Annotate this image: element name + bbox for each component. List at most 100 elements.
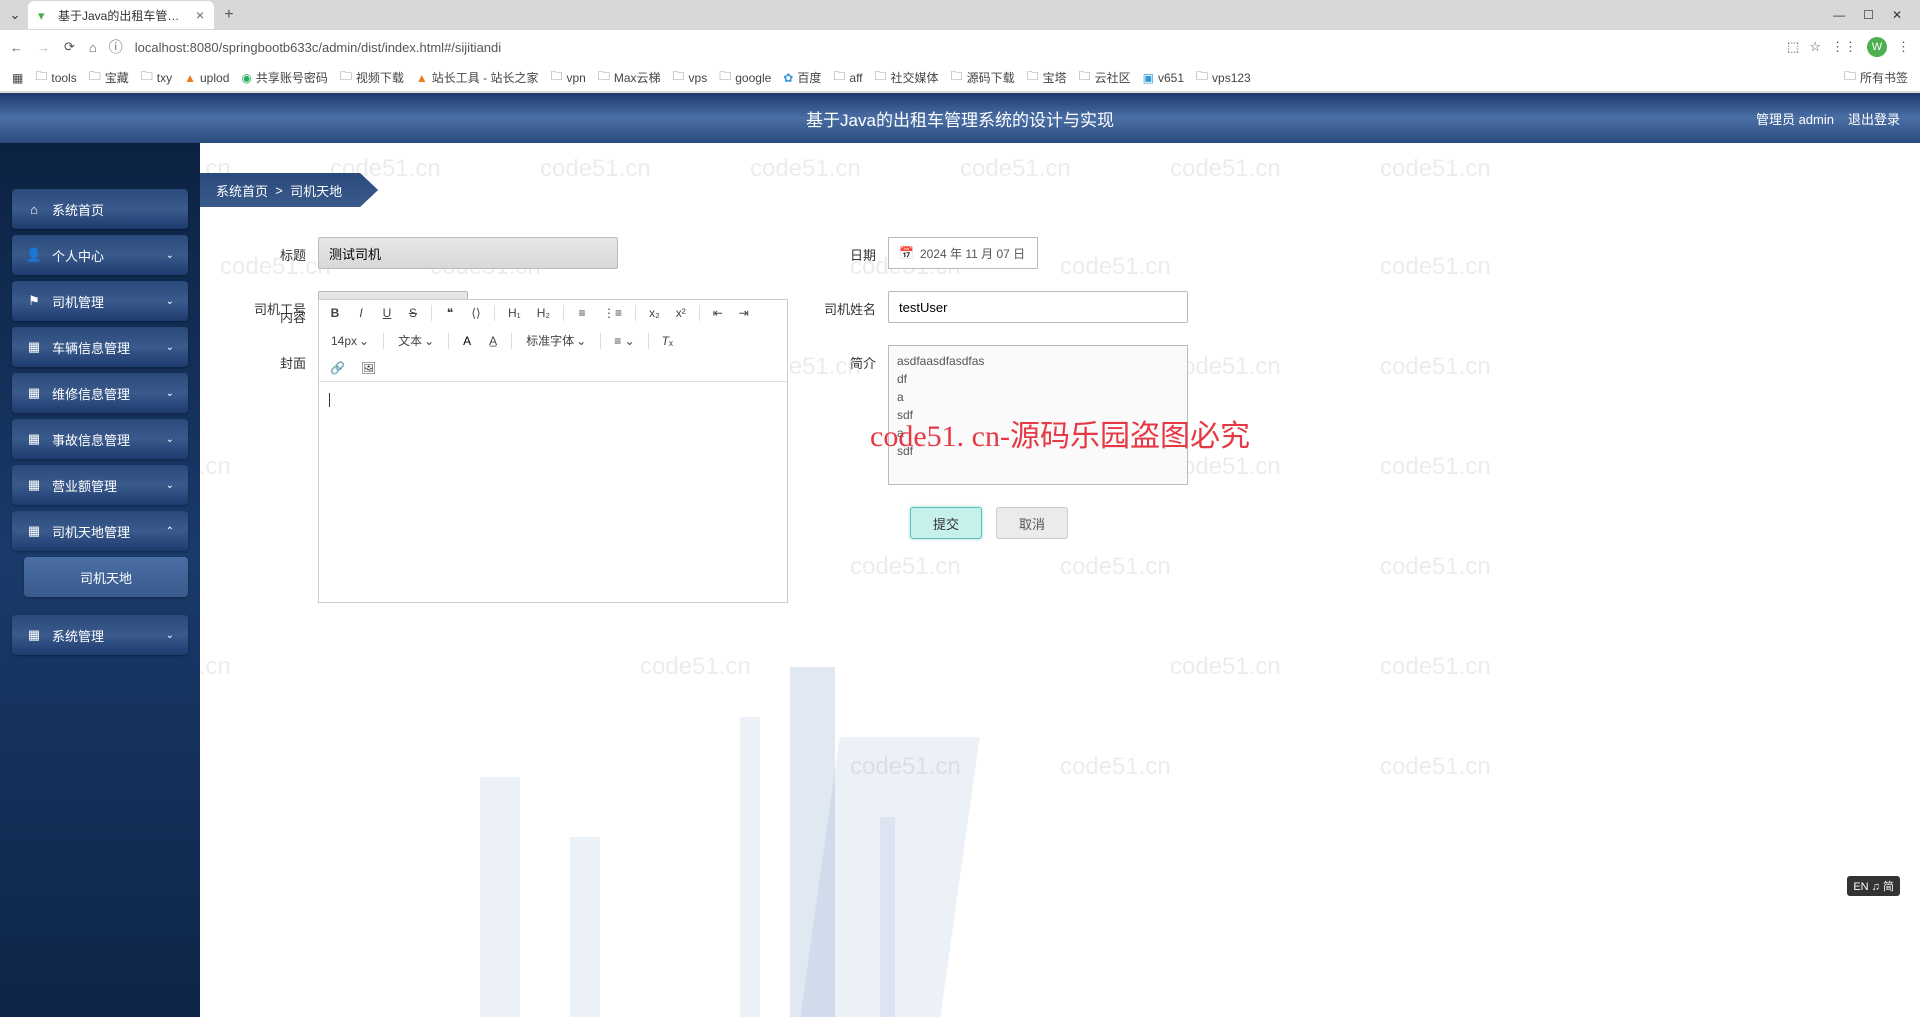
bookmark-item[interactable]: 🗀云社区 — [1079, 67, 1131, 88]
bookmark-item[interactable]: 🗀aff — [833, 67, 862, 88]
ol-button[interactable]: ≡ — [574, 304, 590, 322]
underline-button[interactable]: U — [379, 304, 395, 322]
editor-content-area[interactable] — [319, 382, 787, 602]
bookmark-item[interactable]: 🗀视频下载 — [340, 67, 404, 88]
forward-button[interactable]: → — [37, 40, 50, 55]
reload-button[interactable]: ⟳ — [64, 39, 75, 55]
align-button[interactable]: ≡ ⌄ — [611, 332, 637, 350]
grid-icon: ▦ — [26, 431, 42, 447]
bookmark-item[interactable]: 🗀vps123 — [1196, 67, 1251, 88]
bookmark-item[interactable]: 🗀vpn — [550, 67, 585, 88]
h1-button[interactable]: H₁ — [505, 304, 524, 322]
paragraph-select[interactable]: 文本 ⌄ — [394, 330, 438, 351]
sidebar-item-profile[interactable]: 👤 个人中心 ⌄ — [12, 235, 188, 275]
chevron-up-icon: ⌃ — [166, 526, 174, 537]
sidebar-item-system[interactable]: ▦ 系统管理 ⌄ — [12, 615, 188, 655]
home-icon: ⌂ — [26, 202, 42, 217]
apps-button[interactable]: ▦ — [12, 71, 23, 85]
tab-dropdown[interactable]: ⌄ — [6, 7, 24, 23]
sidebar-item-driver-world[interactable]: ▦ 司机天地管理 ⌃ — [12, 511, 188, 551]
bgcolor-button[interactable]: A̲ — [485, 332, 501, 350]
color-button[interactable]: A — [459, 332, 475, 350]
bookmark-item[interactable]: 🗀宝塔 — [1027, 67, 1067, 88]
all-bookmarks[interactable]: 🗀所有书签 — [1844, 67, 1908, 88]
grid-icon: ▦ — [26, 385, 42, 401]
star-icon[interactable]: ☆ — [1809, 39, 1821, 55]
bookmark-item[interactable]: 🗀txy — [141, 67, 172, 88]
fontsize-select[interactable]: 14px ⌄ — [327, 332, 373, 350]
outdent-button[interactable]: ⇥ — [736, 304, 752, 322]
sidebar-subitem-driver-world[interactable]: 司机天地 — [24, 557, 188, 597]
bookmark-item[interactable]: ✿百度 — [783, 69, 821, 86]
bookmark-item[interactable]: 🗀源码下载 — [951, 67, 1015, 88]
address-url[interactable]: localhost:8080/springbootb633c/admin/dis… — [135, 40, 1775, 55]
bookmark-item[interactable]: 🗀宝藏 — [89, 67, 129, 88]
close-icon[interactable]: × — [196, 7, 204, 23]
cancel-button[interactable]: 取消 — [996, 507, 1068, 539]
logout-link[interactable]: 退出登录 — [1848, 109, 1900, 128]
link-button[interactable]: 🔗 — [327, 359, 348, 377]
breadcrumb-home[interactable]: 系统首页 — [216, 181, 268, 200]
drivername-input[interactable] — [888, 291, 1188, 323]
bookmark-item[interactable]: ▣v651 — [1143, 71, 1184, 85]
submit-button[interactable]: 提交 — [910, 507, 982, 539]
ul-button[interactable]: ⋮≡ — [600, 304, 625, 322]
grid-icon: ▦ — [26, 477, 42, 493]
date-picker[interactable]: 📅 2024 年 11 月 07 日 — [888, 237, 1038, 269]
rich-text-editor: B I U S ❝ ⟨⟩ H₁ H₂ ≡ ⋮≡ x₂ — [318, 299, 788, 603]
menu-label: 事故信息管理 — [52, 430, 130, 449]
grid-icon: ▦ — [26, 339, 42, 355]
home-button[interactable]: ⌂ — [89, 40, 97, 55]
bookmark-item[interactable]: 🗀社交媒体 — [875, 67, 939, 88]
bookmark-bar: ▦ 🗀tools 🗀宝藏 🗀txy ▲uplod ◉共享账号密码 🗀视频下载 ▲… — [0, 64, 1920, 92]
share-icon[interactable]: ⬚ — [1787, 39, 1799, 55]
intro-textarea[interactable] — [888, 345, 1188, 485]
bookmark-item[interactable]: 🗀tools — [35, 67, 76, 88]
italic-button[interactable]: I — [353, 304, 369, 322]
minimize-button[interactable]: — — [1833, 8, 1845, 22]
ime-indicator[interactable]: EN ♫ 简 — [1847, 876, 1900, 896]
sidebar-item-repair[interactable]: ▦ 维修信息管理 ⌄ — [12, 373, 188, 413]
maximize-button[interactable]: ☐ — [1863, 8, 1874, 22]
sidebar-item-accident[interactable]: ▦ 事故信息管理 ⌄ — [12, 419, 188, 459]
sidebar-item-vehicle[interactable]: ▦ 车辆信息管理 ⌄ — [12, 327, 188, 367]
clear-button[interactable]: Tₓ — [659, 332, 676, 350]
browser-tab[interactable]: ▾ 基于Java的出租车管理系统的设… × — [28, 1, 214, 29]
new-tab-button[interactable]: + — [224, 6, 233, 24]
sidebar-item-revenue[interactable]: ▦ 营业额管理 ⌄ — [12, 465, 188, 505]
profile-avatar[interactable]: W — [1867, 37, 1887, 57]
user-label[interactable]: 管理员 admin — [1756, 109, 1834, 128]
menu-icon[interactable]: ⋮ — [1897, 39, 1910, 55]
site-info-icon[interactable]: ⓘ — [109, 37, 123, 57]
bookmark-item[interactable]: ▲uplod — [184, 71, 229, 85]
sidebar-item-driver[interactable]: ⚑ 司机管理 ⌄ — [12, 281, 188, 321]
back-button[interactable]: ← — [10, 40, 23, 55]
menu-label: 个人中心 — [52, 246, 104, 265]
bold-button[interactable]: B — [327, 304, 343, 322]
menu-label: 司机天地管理 — [52, 522, 130, 541]
menu-label: 营业额管理 — [52, 476, 117, 495]
h2-button[interactable]: H₂ — [534, 304, 553, 322]
menu-label: 车辆信息管理 — [52, 338, 130, 357]
fontfamily-select[interactable]: 标准字体 ⌄ — [522, 330, 590, 351]
image-button[interactable]: 🖼 — [358, 359, 379, 377]
indent-button[interactable]: ⇤ — [710, 304, 726, 322]
menu-label: 司机天地 — [80, 568, 132, 587]
sub-button[interactable]: x₂ — [646, 304, 663, 322]
app-header: 基于Java的出租车管理系统的设计与实现 管理员 admin 退出登录 — [0, 93, 1920, 143]
close-window-button[interactable]: ✕ — [1892, 8, 1902, 22]
sup-button[interactable]: x² — [673, 304, 689, 322]
tab-title: 基于Java的出租车管理系统的设… — [58, 7, 188, 24]
bookmark-item[interactable]: ◉共享账号密码 — [241, 69, 328, 86]
bookmark-item[interactable]: 🗀google — [719, 67, 771, 88]
code-button[interactable]: ⟨⟩ — [468, 304, 484, 322]
title-input[interactable] — [318, 237, 618, 269]
bookmark-item[interactable]: ▲站长工具 - 站长之家 — [416, 69, 539, 86]
chevron-down-icon: ⌄ — [166, 388, 174, 399]
bookmark-item[interactable]: 🗀vps — [673, 67, 708, 88]
extensions-icon[interactable]: ⋮⋮ — [1831, 39, 1857, 55]
strike-button[interactable]: S — [405, 304, 421, 322]
sidebar-item-home[interactable]: ⌂ 系统首页 — [12, 189, 188, 229]
bookmark-item[interactable]: 🗀Max云梯 — [598, 67, 661, 88]
quote-button[interactable]: ❝ — [442, 304, 458, 322]
